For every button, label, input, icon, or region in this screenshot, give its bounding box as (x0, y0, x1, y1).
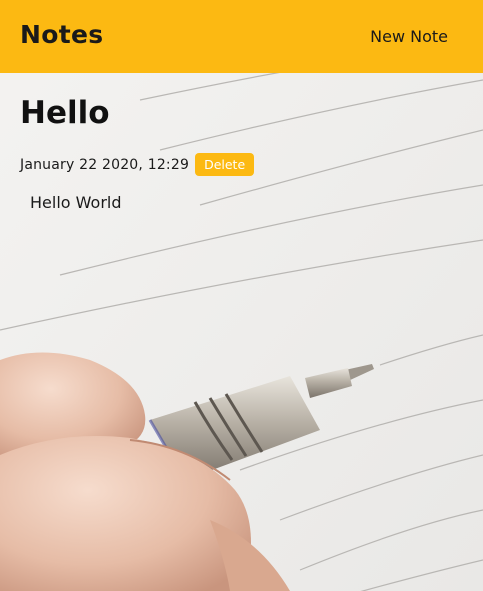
note-title: Hello (20, 95, 110, 131)
note-meta: January 22 2020, 12:29 Delete (20, 153, 255, 176)
brand-logo[interactable]: Notes (20, 20, 103, 49)
new-note-link[interactable]: New Note (370, 27, 448, 46)
note-date: January 22 2020, 12:29 (20, 156, 190, 173)
navbar: Notes New Note (0, 0, 483, 73)
note-body: Hello World (30, 193, 122, 212)
note-card: Hello January 22 2020, 12:29 Delete Hell… (20, 95, 255, 212)
delete-button[interactable]: Delete (195, 153, 255, 176)
background-photo (0, 0, 483, 591)
